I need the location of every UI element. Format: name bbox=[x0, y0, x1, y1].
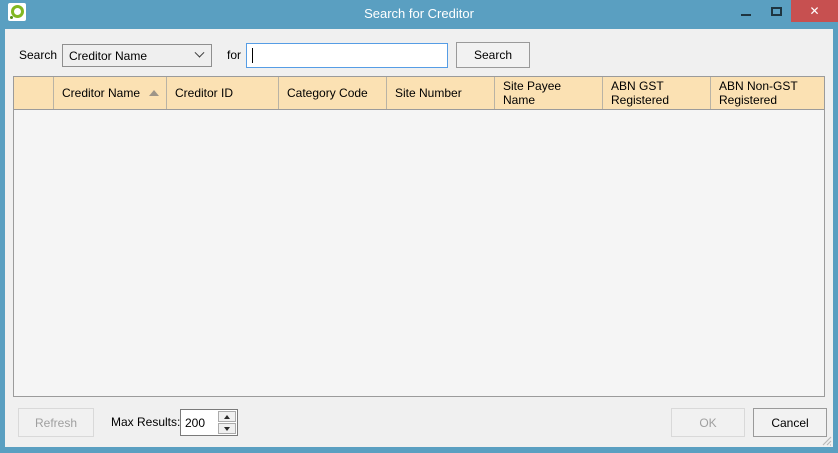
max-results-spinner bbox=[180, 409, 238, 436]
ok-button[interactable]: OK bbox=[671, 408, 745, 437]
search-label: Search bbox=[19, 44, 57, 67]
window-controls bbox=[731, 0, 838, 22]
search-term-input[interactable] bbox=[246, 43, 448, 68]
window-title: Search for Creditor bbox=[0, 6, 838, 21]
search-field-dropdown[interactable]: Creditor Name bbox=[62, 44, 212, 67]
minimize-icon bbox=[741, 14, 751, 16]
column-header-abn-gst-registered[interactable]: ABN GST Registered bbox=[603, 77, 711, 109]
text-caret bbox=[252, 48, 253, 63]
column-header-site-number[interactable]: Site Number bbox=[387, 77, 495, 109]
spinner-buttons bbox=[217, 410, 237, 435]
dialog-body: Search Creditor Name for Search Creditor… bbox=[5, 29, 833, 447]
close-icon bbox=[809, 4, 819, 18]
cancel-button[interactable]: Cancel bbox=[753, 408, 827, 437]
sort-ascending-icon bbox=[149, 90, 159, 96]
maximize-icon bbox=[771, 7, 782, 16]
close-button[interactable] bbox=[791, 0, 838, 22]
column-header-row-selector[interactable] bbox=[14, 77, 54, 109]
column-header-abn-non-gst-registered[interactable]: ABN Non-GST Registered bbox=[711, 77, 824, 109]
column-header-site-payee-name[interactable]: Site Payee Name bbox=[495, 77, 603, 109]
maximize-button[interactable] bbox=[761, 0, 791, 22]
results-grid: Creditor Name Creditor ID Category Code … bbox=[13, 76, 825, 397]
search-button[interactable]: Search bbox=[456, 42, 530, 68]
search-for-creditor-dialog: Search for Creditor Search Creditor Name… bbox=[0, 0, 838, 453]
max-results-label: Max Results: bbox=[111, 408, 180, 437]
chevron-down-icon bbox=[195, 48, 205, 58]
titlebar[interactable]: Search for Creditor bbox=[0, 0, 838, 29]
column-header-category-code[interactable]: Category Code bbox=[279, 77, 387, 109]
minimize-button[interactable] bbox=[731, 0, 761, 22]
results-grid-body-empty bbox=[14, 110, 824, 396]
search-field-dropdown-value: Creditor Name bbox=[69, 49, 147, 63]
spin-down-button[interactable] bbox=[218, 423, 236, 434]
column-header-creditor-id[interactable]: Creditor ID bbox=[167, 77, 279, 109]
results-grid-header: Creditor Name Creditor ID Category Code … bbox=[14, 77, 824, 110]
spin-up-button[interactable] bbox=[218, 411, 236, 422]
for-label: for bbox=[227, 44, 241, 67]
arrow-up-icon bbox=[224, 415, 230, 419]
column-header-creditor-name[interactable]: Creditor Name bbox=[54, 77, 167, 109]
refresh-button[interactable]: Refresh bbox=[18, 408, 94, 437]
arrow-down-icon bbox=[224, 427, 230, 431]
max-results-input[interactable] bbox=[181, 410, 217, 435]
resize-grip[interactable] bbox=[819, 433, 832, 446]
